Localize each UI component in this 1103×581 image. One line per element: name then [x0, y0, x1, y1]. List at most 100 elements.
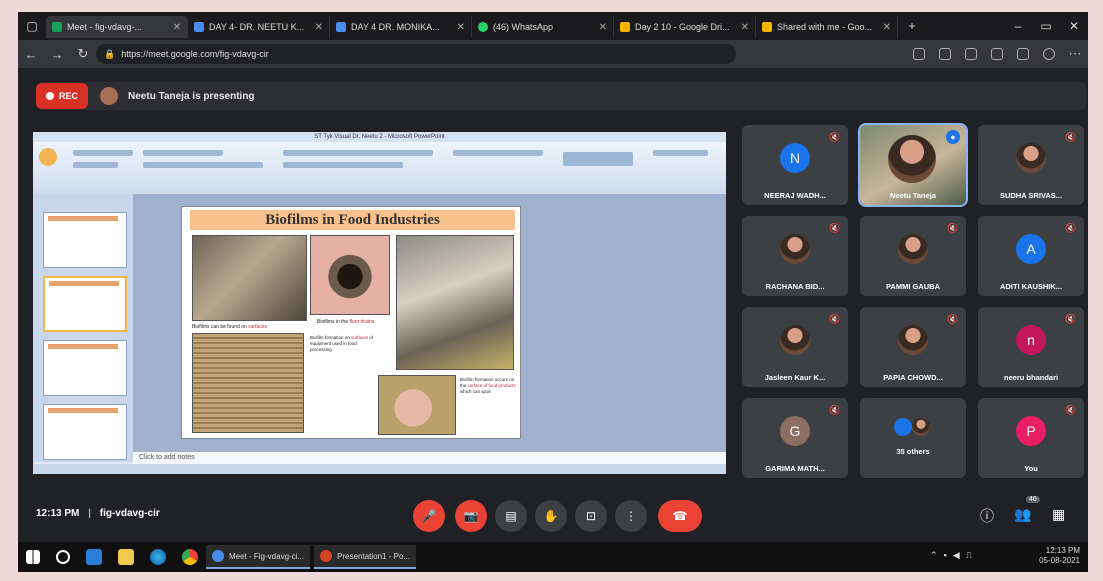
taskbar-app-meet[interactable]: Meet - Fig-vdavg-ci... [206, 545, 311, 569]
participant-tile[interactable]: 🔇 A ADITI KAUSHIK... [978, 216, 1084, 296]
close-icon[interactable]: ✕ [315, 22, 323, 33]
address-bar[interactable]: 🔒 https://meet.google.com/fig-vdavg-cir [96, 44, 736, 64]
close-icon[interactable]: ✕ [173, 22, 181, 33]
edge-icon[interactable] [150, 549, 166, 565]
tab-google-drive[interactable]: Day 2 10 - Google Dri... ✕ [614, 16, 756, 38]
slide-thumbnail[interactable] [43, 340, 127, 396]
mic-off-icon: 🔇 [1065, 314, 1077, 324]
tab-whatsapp[interactable]: (46) WhatsApp ✕ [472, 16, 614, 38]
photo-pipe-equipment [192, 235, 307, 321]
new-tab-button[interactable]: + [898, 19, 926, 33]
avatar: N [780, 143, 810, 173]
slide-thumbnail[interactable] [43, 404, 127, 460]
photo-food-roll [192, 333, 304, 433]
participant-name: ADITI KAUSHIK... [999, 282, 1063, 291]
close-icon[interactable]: ✕ [883, 22, 891, 33]
reload-icon[interactable]: ↻ [70, 46, 96, 62]
avatar [894, 418, 912, 436]
taskbar-app-label: Meet - Fig-vdavg-ci... [229, 551, 305, 561]
share-icon[interactable] [1017, 48, 1029, 60]
people-icon[interactable]: 👥 [1014, 506, 1031, 523]
caption-floor-drains: Biofilms in the floor drains [317, 319, 375, 325]
favorites-icon[interactable] [991, 48, 1003, 60]
meeting-details-icon[interactable]: ⓘ [980, 506, 994, 526]
taskbar-app-label: Presentation1 - Po... [337, 551, 411, 561]
tab-day4-monika[interactable]: DAY 4 DR. MONIKA... ✕ [330, 16, 472, 38]
participant-name: PAPIA CHOWD... [883, 373, 943, 382]
window-menu-icon[interactable]: ▢ [18, 19, 46, 33]
participant-tile[interactable]: 🔇 PAMMI GAUBA [860, 216, 966, 296]
mic-off-icon: 🔇 [829, 405, 841, 415]
mail-icon[interactable] [86, 549, 102, 565]
recording-badge[interactable]: REC [36, 83, 89, 109]
extension-icon[interactable] [939, 48, 951, 60]
participant-tile[interactable]: 🔇 PAPIA CHOWD... [860, 307, 966, 387]
file-explorer-icon[interactable] [118, 549, 134, 565]
more-menu-icon[interactable]: ⋯ [1062, 46, 1088, 62]
ribbon-group [73, 150, 133, 156]
close-icon[interactable]: ✕ [457, 22, 465, 33]
captions-button[interactable]: ▤ [495, 500, 527, 532]
participant-tile[interactable]: 🔇 G GARIMA MATH... [742, 398, 848, 478]
avatar [912, 418, 930, 436]
mic-off-icon: 🔇 [1065, 223, 1077, 233]
camera-toggle-button[interactable]: 📷 [455, 500, 487, 532]
minimize-icon[interactable]: – [1004, 19, 1032, 33]
camera-permission-icon[interactable] [913, 48, 925, 60]
mic-toggle-button[interactable]: 🎤 [413, 500, 445, 532]
leave-call-button[interactable]: ☎ [658, 500, 702, 532]
participant-tile-active-speaker[interactable]: ● Neetu Taneja [858, 123, 968, 207]
slide-thumbnail-selected[interactable] [43, 276, 127, 332]
tab-label: Meet - fig-vdavg-... [67, 22, 143, 32]
participant-tile[interactable]: 🔇 n neeru bhandari [978, 307, 1084, 387]
present-now-button[interactable]: ⊡ [575, 500, 607, 532]
ribbon-group [283, 162, 403, 168]
participant-tile[interactable]: 🔇 SUDHA SRIVAS... [978, 125, 1084, 205]
office-button-icon[interactable] [39, 148, 57, 166]
speaking-indicator-icon: ● [946, 130, 960, 144]
participant-name: NEERAJ WADH... [764, 191, 826, 200]
windows-taskbar: Meet - Fig-vdavg-ci... Presentation1 - P… [18, 542, 1088, 572]
notes-pane[interactable]: Click to add notes [133, 452, 726, 464]
ribbon-group [143, 150, 223, 156]
avatar: P [1016, 416, 1046, 446]
profile-avatar-icon[interactable] [1043, 48, 1055, 60]
chat-icon[interactable]: ▦ [1052, 506, 1065, 523]
others-tile[interactable]: 35 others [860, 398, 966, 478]
participant-tile[interactable]: 🔇 Jasleen Kaur K... [742, 307, 848, 387]
close-icon[interactable]: ✕ [741, 22, 749, 33]
participant-tile[interactable]: 🔇 N NEERAJ WADH... [742, 125, 848, 205]
ribbon-group [563, 152, 633, 166]
tab-label: DAY 4- DR. NEETU K... [209, 22, 305, 32]
participant-video [888, 135, 936, 183]
back-arrow-icon[interactable]: ← [18, 47, 44, 62]
taskbar-clock[interactable]: 12:13 PM 05-08-2021 [1039, 546, 1080, 566]
tab-day4-neetu[interactable]: DAY 4- DR. NEETU K... ✕ [188, 16, 330, 38]
taskbar-app-powerpoint[interactable]: Presentation1 - Po... [314, 545, 417, 569]
caption-food-products: Biofilm formation occurs on the surface … [460, 377, 516, 394]
slide-thumbnail[interactable] [43, 212, 127, 268]
windows-start-icon[interactable] [26, 550, 40, 564]
tab-label: Shared with me - Goo... [777, 22, 873, 32]
photo-meat-product [378, 375, 456, 435]
maximize-icon[interactable]: ▭ [1032, 19, 1060, 33]
doc-favicon [194, 22, 204, 32]
more-options-button[interactable]: ⋮ [615, 500, 647, 532]
tab-meet[interactable]: Meet - fig-vdavg-... ✕ [46, 16, 188, 38]
collections-icon[interactable] [965, 48, 977, 60]
chrome-icon[interactable] [182, 549, 198, 565]
avatar [780, 234, 810, 264]
forward-arrow-icon[interactable]: → [44, 47, 70, 62]
system-tray-icons[interactable]: ⌃▪◀⎍ [930, 550, 978, 561]
participant-tile[interactable]: 🔇 RACHANA BID... [742, 216, 848, 296]
avatar: G [780, 416, 810, 446]
tab-shared-with-me[interactable]: Shared with me - Goo... ✕ [756, 16, 898, 38]
raise-hand-button[interactable]: ✋ [535, 500, 567, 532]
meet-window: ▢ Meet - fig-vdavg-... ✕ DAY 4- DR. NEET… [18, 12, 1088, 572]
close-icon[interactable]: ✕ [599, 22, 607, 33]
close-window-icon[interactable]: ✕ [1060, 19, 1088, 33]
self-tile[interactable]: 🔇 P You [978, 398, 1084, 478]
search-icon[interactable] [56, 550, 70, 564]
caption-surfaces: Biofilms can be found on surfaces [192, 324, 268, 330]
avatar [1016, 143, 1046, 173]
